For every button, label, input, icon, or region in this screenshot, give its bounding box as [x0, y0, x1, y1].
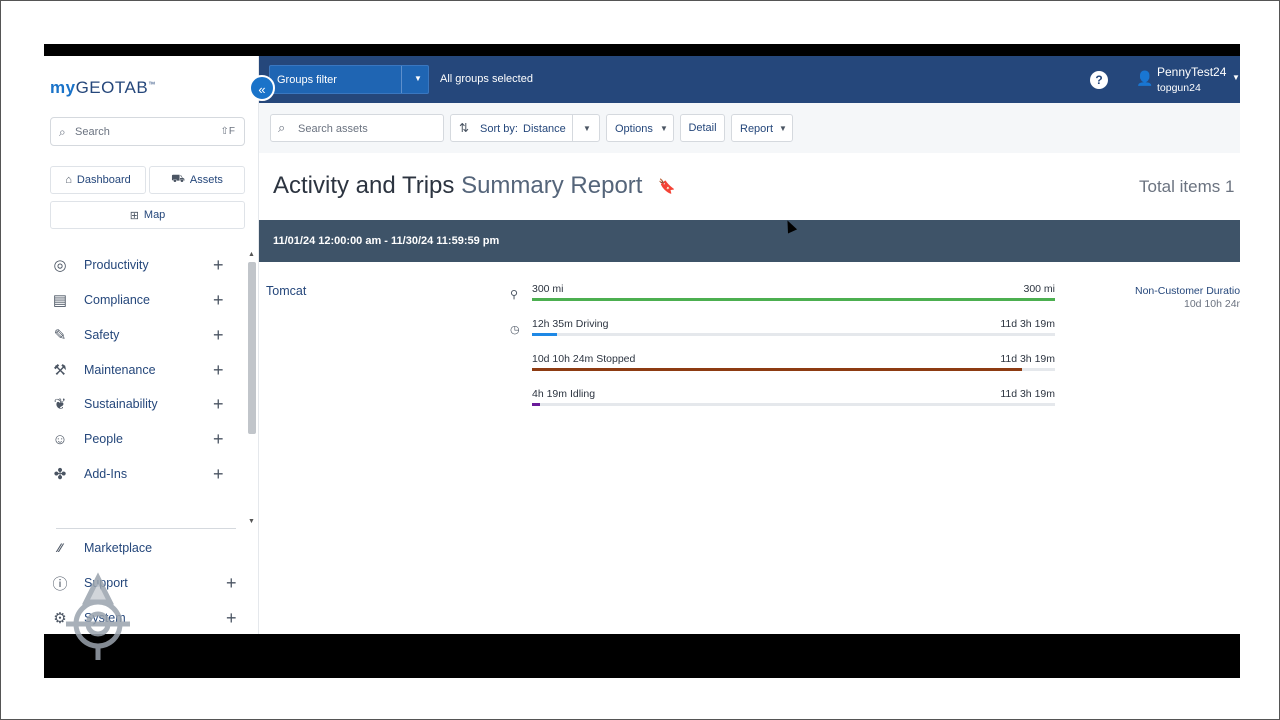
search-shortcut: ⇧F	[220, 126, 236, 137]
search-icon: ⌕	[59, 125, 66, 139]
report-toolbar: ⌕ Search assets ⇅ Sort by: Distance ▼ Op…	[259, 103, 1240, 153]
user-name[interactable]: PennyTest24	[1157, 65, 1226, 79]
options-button[interactable]: Options ▼	[606, 114, 674, 142]
expand-plus-icon[interactable]: +	[213, 290, 224, 311]
sidebar-item-sustainability[interactable]: ❦ Sustainability +	[50, 389, 230, 419]
expand-plus-icon[interactable]: +	[213, 325, 224, 346]
non-customer-duration-link[interactable]: Non-Customer Duratio	[1135, 285, 1240, 297]
distance-icon: ⚲	[510, 289, 519, 301]
app-window: myGEOTAB™ ⌕ Search ⇧F ⌂ Dashboard ⛟ Asse…	[44, 56, 1240, 634]
sidebar-item-productivity[interactable]: ◎ Productivity +	[50, 250, 230, 280]
scroll-down-arrow[interactable]: ▼	[248, 518, 255, 525]
sidebar-item-safety[interactable]: ✎ Safety +	[50, 320, 230, 350]
expand-plus-icon[interactable]: +	[226, 573, 237, 594]
map-button[interactable]: ⊞ Map	[50, 201, 245, 229]
chevron-down-icon[interactable]: ▼	[583, 124, 591, 133]
expand-plus-icon[interactable]: +	[213, 360, 224, 381]
groups-filter-dropdown[interactable]: Groups filter ▼	[269, 65, 429, 94]
clipboard-icon: ▤	[52, 292, 68, 309]
non-customer-duration-value: 10d 10h 24m	[1184, 298, 1240, 310]
sidebar-divider	[56, 528, 236, 529]
progress-fill	[532, 333, 557, 336]
bookmark-icon[interactable]: 🔖	[658, 178, 675, 195]
puzzle-icon: ✤	[53, 466, 67, 483]
metric-idling: 4h 19m Idling 11d 3h 19m	[532, 388, 1055, 408]
people-icon: ☺	[52, 430, 68, 448]
dashboard-button[interactable]: ⌂ Dashboard	[50, 166, 146, 194]
report-button[interactable]: Report ▼	[731, 114, 793, 142]
progress-fill	[532, 298, 1055, 301]
watermark-logo-icon	[66, 572, 130, 660]
assets-button[interactable]: ⛟ Assets	[149, 166, 245, 194]
home-icon: ⌂	[65, 174, 72, 186]
top-header: Groups filter ▼ All groups selected ? 👤 …	[259, 56, 1240, 103]
user-icon[interactable]: 👤	[1136, 70, 1153, 87]
total-items: Total items 1	[1139, 177, 1235, 196]
sidebar-scrollbar-thumb[interactable]	[248, 262, 256, 434]
progress-fill	[532, 368, 1022, 371]
marketplace-icon: ⁄⁄	[57, 541, 62, 555]
map-icon: ⊞	[129, 209, 139, 222]
mygeotab-logo[interactable]: myGEOTAB™	[50, 78, 156, 98]
sidebar: myGEOTAB™ ⌕ Search ⇧F ⌂ Dashboard ⛟ Asse…	[44, 56, 259, 634]
progress-track	[532, 368, 1055, 371]
scroll-up-arrow[interactable]: ▲	[248, 251, 255, 258]
search-icon: ⌕	[278, 120, 286, 135]
sidebar-item-people[interactable]: ☺ People +	[50, 424, 230, 454]
user-menu-caret-icon[interactable]: ▼	[1232, 73, 1240, 82]
wrench-icon: ⚒	[53, 362, 67, 379]
chevron-down-icon: ▼	[660, 124, 668, 133]
collapse-sidebar-button[interactable]: «	[249, 75, 275, 101]
sidebar-item-maintenance[interactable]: ⚒ Maintenance +	[50, 355, 230, 385]
clock-icon: ◷	[510, 324, 520, 336]
expand-plus-icon[interactable]: +	[213, 429, 224, 450]
chevron-down-icon[interactable]: ▼	[414, 74, 422, 83]
progress-track	[532, 333, 1055, 336]
groups-summary: All groups selected	[440, 73, 533, 85]
sort-icon: ⇅	[459, 121, 470, 135]
date-range-bar: 11/01/24 12:00:00 am - 11/30/24 11:59:59…	[259, 220, 1240, 262]
expand-plus-icon[interactable]: +	[226, 608, 237, 629]
date-range-label: 11/01/24 12:00:00 am - 11/30/24 11:59:59…	[273, 235, 500, 247]
progress-fill	[532, 403, 541, 406]
dropdown-separator	[401, 66, 402, 93]
database-name: topgun24	[1157, 82, 1201, 94]
truck-icon: ⛟	[171, 173, 185, 185]
globe-icon: ◎	[53, 257, 67, 274]
letterbox-top	[44, 44, 1240, 56]
progress-track	[532, 403, 1055, 406]
metric-driving: 12h 35m Driving 11d 3h 19m	[532, 318, 1055, 338]
expand-plus-icon[interactable]: +	[213, 394, 224, 415]
page-title: Activity and Trips Summary Report	[273, 172, 643, 199]
asset-link[interactable]: Tomcat	[266, 284, 306, 298]
metric-stopped: 10d 10h 24m Stopped 11d 3h 19m	[532, 353, 1055, 373]
letterbox-bottom	[44, 634, 1240, 678]
sidebar-item-marketplace[interactable]: ⁄⁄ Marketplace	[50, 533, 230, 563]
search-assets-input[interactable]: ⌕ Search assets	[270, 114, 444, 142]
metric-distance: 300 mi 300 mi	[532, 283, 1055, 303]
sidebar-item-add-ins[interactable]: ✤ Add-Ins +	[50, 459, 230, 489]
expand-plus-icon[interactable]: +	[213, 464, 224, 485]
detail-button[interactable]: Detail	[680, 114, 725, 142]
sidebar-item-compliance[interactable]: ▤ Compliance +	[50, 285, 230, 315]
progress-track	[532, 298, 1055, 301]
sort-by-dropdown[interactable]: ⇅ Sort by: Distance ▼	[450, 114, 600, 142]
expand-plus-icon[interactable]: +	[213, 255, 224, 276]
bandage-icon: ✎	[53, 327, 67, 344]
leaf-icon: ❦	[53, 396, 67, 413]
help-icon[interactable]: ?	[1090, 71, 1108, 89]
dropdown-separator	[572, 115, 573, 141]
chevron-down-icon: ▼	[779, 124, 787, 133]
sidebar-search-input[interactable]: ⌕ Search ⇧F	[50, 117, 245, 146]
